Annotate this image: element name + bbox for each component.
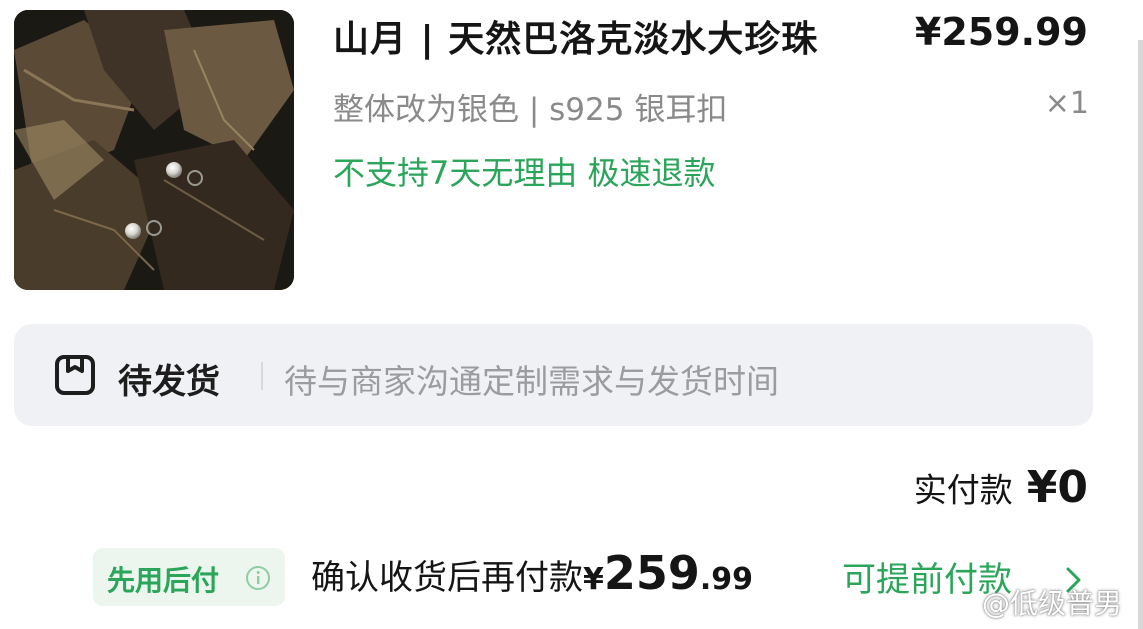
product-quantity: ×1 (1044, 86, 1089, 121)
pay-later-row: 确认收货后再付款¥259.99 (311, 546, 753, 600)
scroll-edge (1138, 40, 1143, 629)
watermark-text: @低级普男 (982, 587, 1123, 620)
pay-later-integer: 259 (603, 546, 700, 600)
product-price: ¥259.99 (914, 10, 1088, 54)
product-title[interactable]: 山月 | 天然巴洛克淡水大珍珠 (333, 10, 818, 62)
info-icon[interactable] (245, 565, 271, 591)
weibo-icon (949, 595, 977, 617)
pay-later-label: 确认收货后再付款 (311, 558, 583, 598)
paid-amount: ¥0 (1026, 462, 1088, 513)
status-label: 待发货 (118, 362, 220, 402)
paid-label: 实付款 (913, 470, 1013, 510)
pay-later-decimal: .99 (699, 562, 754, 597)
package-box-icon (55, 355, 95, 395)
status-description: 待与商家沟通定制需求与发货时间 (284, 362, 779, 401)
return-policy: 不支持7天无理由 极速退款 (333, 154, 716, 192)
product-variant: 整体改为银色 | s925 银耳扣 (333, 92, 728, 128)
pearl-earrings-on-leaves-icon (14, 10, 294, 290)
pay-later-amount: ¥259.99 (583, 546, 753, 600)
pay-later-currency: ¥ (583, 562, 604, 597)
product-image[interactable] (14, 10, 294, 290)
status-divider (261, 362, 263, 390)
bnpl-tag[interactable]: 先用后付 (93, 548, 285, 606)
paid-amount-row: 实付款 ¥0 (914, 462, 1088, 513)
watermark: @低级普男 (948, 582, 1122, 622)
order-status-bar[interactable]: 待发货 待与商家沟通定制需求与发货时间 (14, 324, 1093, 426)
bnpl-label: 先用后付 (107, 564, 220, 597)
